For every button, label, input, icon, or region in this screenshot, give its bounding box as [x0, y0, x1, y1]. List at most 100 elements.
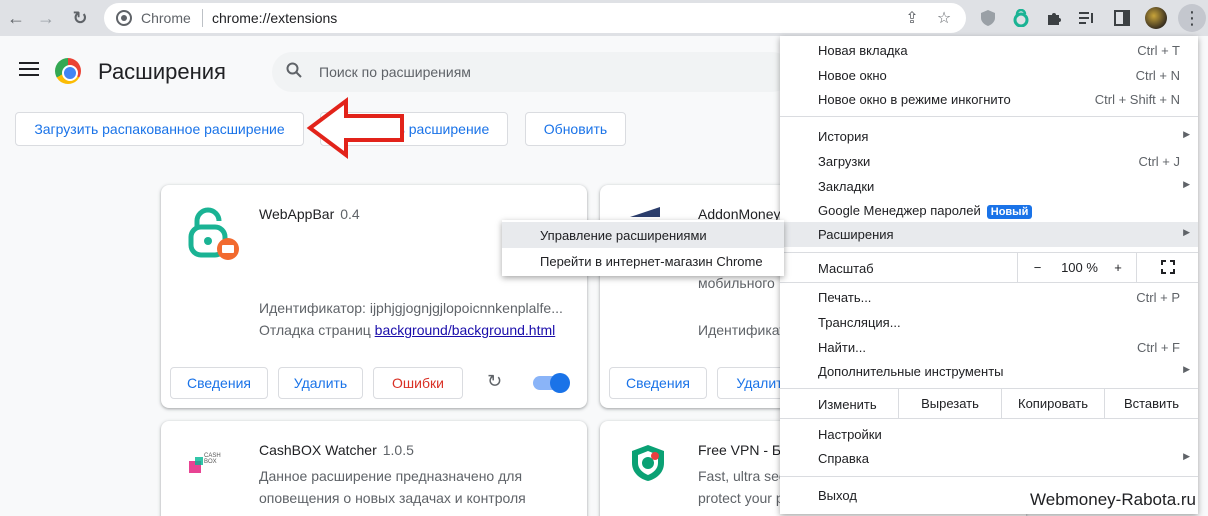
load-unpacked-button[interactable]: Загрузить распакованное расширение [15, 112, 304, 146]
menu-label: Трансляция... [818, 315, 901, 330]
extension-card-webappbar: WebAppBar 0.4 Идентификатор: ijphjgjognjg… [161, 185, 587, 408]
extension-version: 0.4 [340, 206, 360, 222]
back-arrow-icon[interactable]: ← [2, 4, 30, 32]
extension-description: Данное расширение предназначено для [259, 468, 523, 484]
menu-item-help[interactable]: Справка ▶ [780, 446, 1198, 470]
remove-button[interactable]: Удалить [278, 367, 363, 399]
zoom-level: 100 % [1061, 259, 1098, 275]
zoom-in-button[interactable]: + [1102, 252, 1134, 282]
errors-button[interactable]: Ошибки [373, 367, 463, 399]
menu-label: Google Менеджер паролей Новый [818, 203, 1033, 219]
menu-item-new-tab[interactable]: Новая вкладка Ctrl + T [780, 38, 1198, 62]
extension-title: CashBOX Watcher [259, 442, 377, 458]
debug-pages-label: Отладка страниц [259, 322, 371, 338]
zoom-label: Масштаб [818, 261, 874, 276]
submenu-arrow-icon: ▶ [1183, 227, 1190, 237]
menu-label: Расширения [818, 227, 894, 242]
extension-title: WebAppBar [259, 206, 335, 222]
address-bar[interactable]: Chrome chrome://extensions ⇪ ☆ [104, 3, 966, 33]
zoom-out-button[interactable]: − [1017, 252, 1057, 282]
extensions-search-input[interactable]: Поиск по расширениям [272, 52, 792, 92]
edit-label: Изменить [818, 397, 877, 412]
submenu-arrow-icon: ▶ [1183, 364, 1190, 374]
address-separator [202, 9, 203, 27]
enable-toggle[interactable] [533, 373, 570, 393]
fullscreen-icon[interactable] [1136, 252, 1198, 282]
side-panel-icon[interactable] [1110, 6, 1134, 30]
submenu-arrow-icon: ▶ [1183, 129, 1190, 139]
update-button[interactable]: Обновить [525, 112, 626, 146]
vpn-shield-icon [630, 443, 666, 483]
browser-toolbar: ← → ↻ Chrome chrome://extensions ⇪ ☆ ⋮ [0, 0, 1208, 36]
red-arrow-annotation [306, 97, 404, 159]
menu-item-incognito[interactable]: Новое окно в режиме инкогнито Ctrl + Shi… [780, 87, 1198, 111]
reload-extension-icon[interactable]: ↻ [487, 371, 502, 392]
profile-avatar[interactable] [1144, 6, 1168, 30]
menu-label: Новая вкладка [818, 43, 908, 58]
menu-item-history[interactable]: История ▶ [780, 124, 1198, 148]
menu-item-password-manager[interactable]: Google Менеджер паролей Новый [780, 198, 1198, 222]
menu-item-more-tools[interactable]: Дополнительные инструменты ▶ [780, 359, 1198, 383]
menu-separator [780, 116, 1198, 117]
paste-button[interactable]: Вставить [1104, 388, 1198, 418]
bookmark-star-icon[interactable]: ☆ [934, 8, 954, 28]
share-icon[interactable]: ⇪ [902, 8, 922, 28]
menu-item-bookmarks[interactable]: Закладки ▶ [780, 174, 1198, 198]
details-button[interactable]: Сведения [609, 367, 707, 399]
extension-version: 1.0.5 [382, 442, 414, 458]
url-text[interactable]: chrome://extensions [212, 10, 337, 26]
addonmoney-logo-icon [630, 207, 660, 217]
extension-card-cashbox: CASH BOX CashBOX Watcher 1.0.5 Данное рас… [161, 421, 587, 516]
media-queue-icon[interactable] [1075, 6, 1099, 30]
menu-shortcut: Ctrl + J [1138, 154, 1180, 169]
search-icon [286, 62, 302, 83]
menu-label: Новое окно [818, 68, 887, 83]
shield-extension-icon[interactable] [976, 6, 1000, 30]
menu-shortcut: Ctrl + Shift + N [1094, 92, 1180, 107]
extension-id: Идентификатор: ijphjgjognjgjlopoicnnkenp… [259, 300, 563, 316]
menu-separator [780, 418, 1198, 419]
submenu-label: Перейти в интернет-магазин Chrome [540, 254, 763, 269]
menu-shortcut: Ctrl + T [1137, 43, 1180, 58]
submenu-item-manage-extensions[interactable]: Управление расширениями [502, 222, 784, 248]
submenu-item-webstore[interactable]: Перейти в интернет-магазин Chrome [502, 248, 784, 274]
puzzle-extensions-icon[interactable] [1042, 6, 1066, 30]
menu-item-print[interactable]: Печать... Ctrl + P [780, 285, 1198, 309]
webappbar-extension-icon[interactable] [1009, 6, 1033, 30]
chrome-site-icon [116, 10, 132, 26]
watermark-text: Webmoney-Rabota.ru [1030, 490, 1196, 509]
new-badge: Новый [986, 205, 1033, 219]
submenu-arrow-icon: ▶ [1183, 179, 1190, 189]
menu-label: Закладки [818, 179, 875, 194]
background-page-link[interactable]: background/background.html [375, 322, 556, 338]
menu-item-cast[interactable]: Трансляция... [780, 310, 1198, 334]
copy-button[interactable]: Копировать [1001, 388, 1104, 418]
menu-row-zoom: Масштаб − 100 % + [780, 252, 1198, 282]
chrome-menu-button[interactable]: ⋮ [1178, 4, 1206, 32]
menu-item-settings[interactable]: Настройки [780, 422, 1198, 446]
extension-description: Fast, ultra sec [698, 468, 786, 484]
search-placeholder: Поиск по расширениям [319, 64, 471, 80]
menu-label: Справка [818, 451, 869, 466]
menu-label: Настройки [818, 427, 882, 442]
menu-shortcut: Ctrl + N [1135, 68, 1180, 83]
menu-item-downloads[interactable]: Загрузки Ctrl + J [780, 149, 1198, 173]
menu-row-edit: Изменить Вырезать Копировать Вставить [780, 388, 1198, 418]
password-manager-label: Google Менеджер паролей [818, 203, 981, 218]
extension-description-2: оповещения о новых задачах и контроля [259, 490, 526, 506]
reload-icon[interactable]: ↻ [66, 4, 94, 32]
extension-description: мобильного [698, 275, 775, 291]
menu-label: Печать... [818, 290, 872, 305]
menu-item-extensions[interactable]: Расширения ▶ [780, 222, 1198, 247]
menu-item-new-window[interactable]: Новое окно Ctrl + N [780, 63, 1198, 87]
hamburger-menu-icon[interactable] [19, 62, 39, 80]
forward-arrow-icon[interactable]: → [32, 4, 60, 32]
debug-pages-line: Отладка страниц background/background.ht… [259, 322, 555, 338]
submenu-label: Управление расширениями [540, 228, 707, 243]
chrome-logo [55, 58, 81, 84]
site-label: Chrome [141, 10, 191, 26]
details-button[interactable]: Сведения [170, 367, 268, 399]
menu-item-find[interactable]: Найти... Ctrl + F [780, 335, 1198, 359]
extensions-submenu: Управление расширениями Перейти в интерн… [502, 220, 784, 276]
cut-button[interactable]: Вырезать [898, 388, 1001, 418]
